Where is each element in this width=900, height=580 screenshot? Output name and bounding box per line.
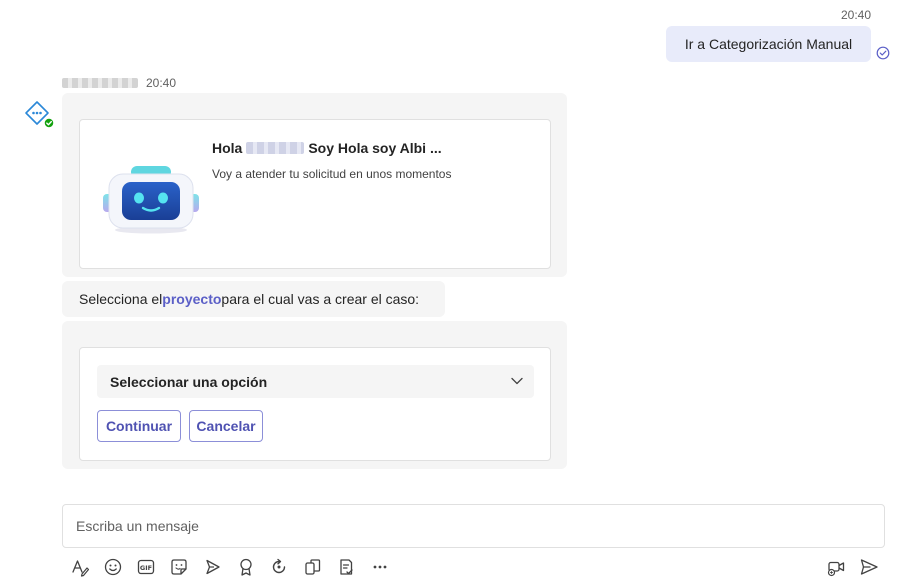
user-name-redacted	[246, 142, 305, 154]
bot-timestamp: 20:40	[146, 76, 177, 90]
hero-subtitle: Voy a atender tu solicitud en unos momen…	[212, 167, 452, 181]
prompt-text-before: Selecciona el	[79, 291, 163, 307]
bot-prompt-message: Selecciona el proyecto para el cual vas …	[62, 281, 445, 317]
message-input[interactable]	[63, 505, 884, 547]
continue-button[interactable]: Continuar	[97, 410, 181, 442]
message-sender-line: 20:40	[62, 76, 176, 90]
schedule-meeting-icon[interactable]	[203, 557, 223, 577]
prompt-text-after: para el cual vas a crear el caso:	[221, 291, 420, 307]
sticker-icon[interactable]	[169, 557, 189, 577]
outgoing-message-text: Ir a Categorización Manual	[684, 36, 853, 52]
send-icon[interactable]	[859, 557, 879, 577]
form-card: Seleccionar una opción Continuar Cancela…	[79, 347, 551, 461]
outgoing-timestamp: 20:40	[840, 8, 871, 22]
svg-text:GIF: GIF	[140, 564, 152, 572]
hero-card[interactable]: Hola Soy Hola soy Albi ... Voy a atender…	[79, 119, 551, 269]
hero-title: Hola Soy Hola soy Albi ...	[212, 140, 442, 156]
gif-icon[interactable]: GIF	[136, 557, 156, 577]
project-select[interactable]: Seleccionar una opción	[97, 365, 534, 398]
emoji-icon[interactable]	[103, 557, 123, 577]
prompt-highlight: proyecto	[162, 291, 222, 307]
online-status-icon	[43, 117, 55, 129]
cancel-button[interactable]: Cancelar	[189, 410, 263, 442]
outgoing-message[interactable]: Ir a Categorización Manual	[666, 26, 871, 62]
bot-avatar-icon[interactable]	[23, 100, 55, 132]
format-icon[interactable]	[70, 557, 90, 577]
attach-icon[interactable]	[303, 557, 323, 577]
message-composer	[62, 504, 885, 548]
approvals-icon[interactable]	[336, 557, 356, 577]
robot-image	[103, 166, 199, 234]
loop-icon[interactable]	[269, 557, 289, 577]
project-select-value: Seleccionar una opción	[110, 373, 268, 390]
read-check-icon	[876, 46, 890, 60]
sender-name-redacted	[62, 78, 138, 88]
more-icon[interactable]	[370, 557, 390, 577]
praise-icon[interactable]	[236, 557, 256, 577]
chevron-down-icon	[511, 377, 523, 385]
hero-title-rest: Soy Hola soy Albi ...	[308, 140, 442, 156]
meet-now-icon[interactable]	[826, 557, 846, 577]
hero-greeting: Hola	[212, 140, 243, 156]
bot-form-message: Seleccionar una opción Continuar Cancela…	[62, 321, 567, 469]
bot-hero-message: Hola Soy Hola soy Albi ... Voy a atender…	[62, 93, 567, 277]
